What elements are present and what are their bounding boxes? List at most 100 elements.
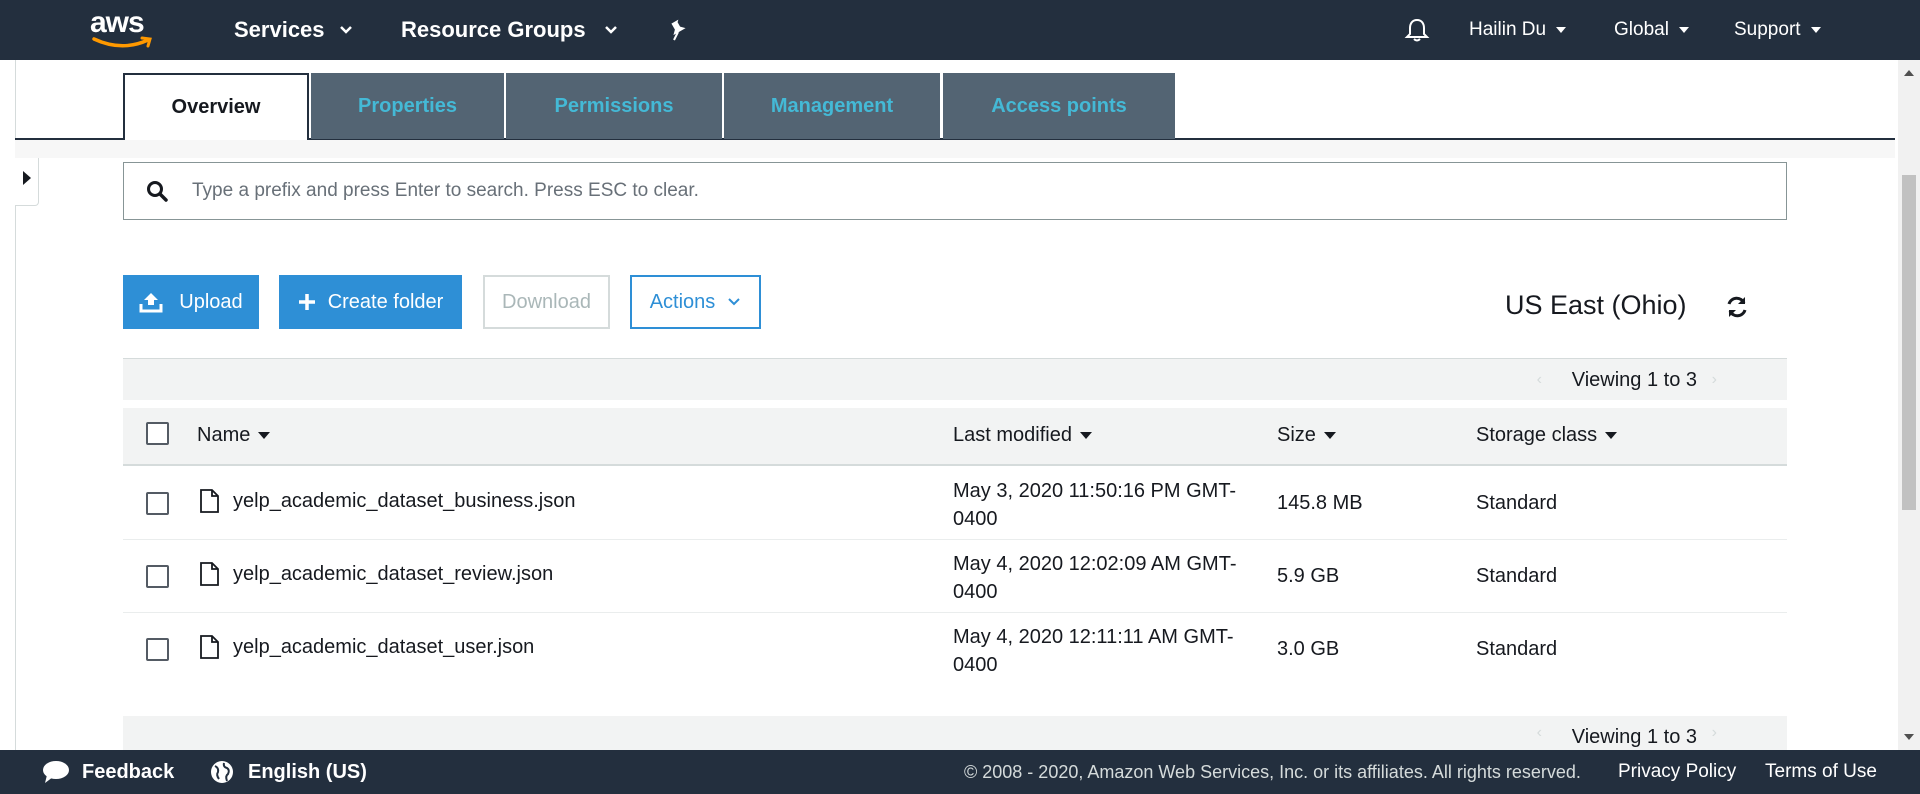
last-modified-cell: May 4, 2020 12:02:09 AM GMT- 0400 bbox=[953, 550, 1236, 606]
notifications-button[interactable] bbox=[1404, 0, 1430, 60]
support-label: Support bbox=[1734, 19, 1801, 40]
last-modified-line: May 4, 2020 12:02:09 AM GMT- bbox=[953, 553, 1237, 575]
chevron-down-icon bbox=[604, 26, 617, 34]
tab-properties[interactable]: Properties bbox=[311, 73, 504, 139]
sort-caret-icon bbox=[1079, 432, 1092, 439]
tab-content-bg bbox=[15, 140, 1895, 158]
pin-button[interactable] bbox=[668, 0, 688, 60]
pager-top-text: Viewing 1 to 3 bbox=[1571, 369, 1697, 391]
column-last-modified-header[interactable]: Last modified bbox=[953, 424, 1092, 447]
tab-permissions[interactable]: Permissions bbox=[506, 73, 722, 139]
table-header: Name Last modified Size Storage class bbox=[123, 408, 1787, 466]
copyright-text: © 2008 - 2020, Amazon Web Services, Inc.… bbox=[964, 761, 1581, 782]
storage-class-cell: Standard bbox=[1476, 638, 1558, 660]
file-name-cell[interactable]: yelp_academic_dataset_business.json bbox=[199, 489, 575, 513]
download-button[interactable]: Download bbox=[483, 275, 610, 329]
last-modified-line: 0400 bbox=[953, 654, 998, 676]
column-name-header[interactable]: Name bbox=[197, 424, 271, 447]
tab-label: Management bbox=[770, 94, 894, 117]
pager-prev-icon[interactable]: ‹ bbox=[1537, 371, 1542, 389]
scrollbar[interactable] bbox=[1898, 60, 1920, 750]
feedback-button[interactable]: Feedback bbox=[42, 750, 174, 794]
row-checkbox[interactable] bbox=[146, 565, 169, 588]
upload-icon bbox=[139, 293, 163, 313]
sort-caret-icon bbox=[1323, 432, 1336, 439]
terms-of-use-link[interactable]: Terms of Use bbox=[1765, 750, 1877, 794]
tab-label: Permissions bbox=[554, 94, 674, 117]
column-header-label: Last modified bbox=[953, 424, 1072, 446]
last-modified-line: 0400 bbox=[953, 581, 998, 603]
support-menu[interactable]: Support bbox=[1734, 0, 1821, 60]
last-modified-cell: May 3, 2020 11:50:16 PM GMT- 0400 bbox=[953, 477, 1236, 533]
tab-management[interactable]: Management bbox=[724, 73, 940, 139]
pager-next-icon[interactable]: › bbox=[1712, 724, 1717, 742]
pager-next-icon[interactable]: › bbox=[1712, 371, 1717, 389]
pager-prev-icon[interactable]: ‹ bbox=[1537, 724, 1542, 742]
pager-bottom: ‹ Viewing 1 to 3 › bbox=[123, 716, 1787, 750]
create-folder-button[interactable]: Create folder bbox=[279, 275, 462, 329]
upload-label: Upload bbox=[179, 290, 243, 313]
language-selector[interactable]: English (US) bbox=[210, 750, 367, 794]
table-row[interactable]: yelp_academic_dataset_review.json May 4,… bbox=[123, 540, 1787, 613]
size-cell: 145.8 MB bbox=[1277, 492, 1363, 514]
file-name: yelp_academic_dataset_user.json bbox=[233, 635, 535, 658]
table-row[interactable]: yelp_academic_dataset_user.json May 4, 2… bbox=[123, 613, 1787, 686]
last-modified-cell: May 4, 2020 12:11:11 AM GMT- 0400 bbox=[953, 623, 1234, 679]
user-menu[interactable]: Hailin Du bbox=[1469, 0, 1567, 60]
sidebar-toggle[interactable] bbox=[15, 150, 39, 206]
tab-overview[interactable]: Overview bbox=[123, 73, 309, 140]
aws-smile-icon bbox=[92, 36, 152, 48]
resource-groups-label: Resource Groups bbox=[401, 17, 586, 42]
last-modified-line: May 4, 2020 12:11:11 AM GMT- bbox=[953, 626, 1234, 648]
select-all-checkbox[interactable] bbox=[146, 422, 169, 445]
aws-logo[interactable]: aws bbox=[90, 8, 154, 52]
file-icon bbox=[200, 562, 219, 586]
services-menu[interactable]: Services bbox=[234, 0, 353, 60]
scroll-up-arrow[interactable] bbox=[1904, 70, 1914, 76]
plus-icon bbox=[298, 294, 315, 310]
download-label: Download bbox=[502, 290, 591, 313]
refresh-button[interactable] bbox=[1724, 294, 1750, 325]
search-box[interactable] bbox=[123, 162, 1787, 220]
file-name: yelp_academic_dataset_review.json bbox=[233, 562, 554, 585]
refresh-icon bbox=[1727, 296, 1747, 318]
upload-button[interactable]: Upload bbox=[123, 275, 259, 329]
tab-access-points[interactable]: Access points bbox=[943, 73, 1175, 139]
column-size-header[interactable]: Size bbox=[1277, 424, 1336, 447]
storage-class-cell: Standard bbox=[1476, 492, 1558, 514]
table-row[interactable]: yelp_academic_dataset_business.json May … bbox=[123, 467, 1787, 540]
create-folder-label: Create folder bbox=[327, 290, 444, 313]
tab-label: Properties bbox=[358, 94, 457, 117]
row-checkbox[interactable] bbox=[146, 492, 169, 515]
column-header-label: Size bbox=[1277, 424, 1316, 446]
size-cell: 3.0 GB bbox=[1277, 638, 1340, 660]
globe-icon bbox=[211, 761, 233, 783]
region-menu-label: Global bbox=[1614, 19, 1669, 40]
feedback-bubble-icon bbox=[43, 761, 69, 783]
search-icon bbox=[147, 181, 168, 202]
row-checkbox[interactable] bbox=[146, 638, 169, 661]
scroll-down-arrow[interactable] bbox=[1904, 734, 1914, 740]
user-name: Hailin Du bbox=[1469, 19, 1547, 40]
pager-top: ‹ Viewing 1 to 3 › bbox=[123, 358, 1787, 400]
last-modified-line: May 3, 2020 11:50:16 PM GMT- bbox=[953, 480, 1237, 502]
search-input[interactable] bbox=[192, 180, 1692, 202]
privacy-policy-link[interactable]: Privacy Policy bbox=[1618, 750, 1736, 794]
resource-groups-menu[interactable]: Resource Groups bbox=[401, 0, 618, 60]
top-nav: aws Services Resource Groups Hailin Du G… bbox=[0, 0, 1920, 60]
chevron-down-icon bbox=[728, 298, 741, 306]
chevron-down-icon bbox=[339, 26, 352, 34]
tab-label: Overview bbox=[171, 96, 261, 118]
file-icon bbox=[200, 489, 219, 513]
file-name-cell[interactable]: yelp_academic_dataset_review.json bbox=[199, 562, 553, 586]
region-menu[interactable]: Global bbox=[1614, 0, 1689, 60]
caret-right-icon bbox=[22, 171, 31, 185]
caret-down-icon bbox=[1556, 27, 1567, 33]
file-name-cell[interactable]: yelp_academic_dataset_user.json bbox=[199, 635, 534, 659]
actions-dropdown[interactable]: Actions bbox=[630, 275, 761, 329]
column-storage-class-header[interactable]: Storage class bbox=[1476, 424, 1618, 447]
scrollbar-thumb[interactable] bbox=[1902, 175, 1916, 510]
sort-caret-icon bbox=[258, 432, 271, 439]
pin-icon bbox=[671, 19, 686, 41]
column-header-label: Name bbox=[197, 424, 251, 446]
